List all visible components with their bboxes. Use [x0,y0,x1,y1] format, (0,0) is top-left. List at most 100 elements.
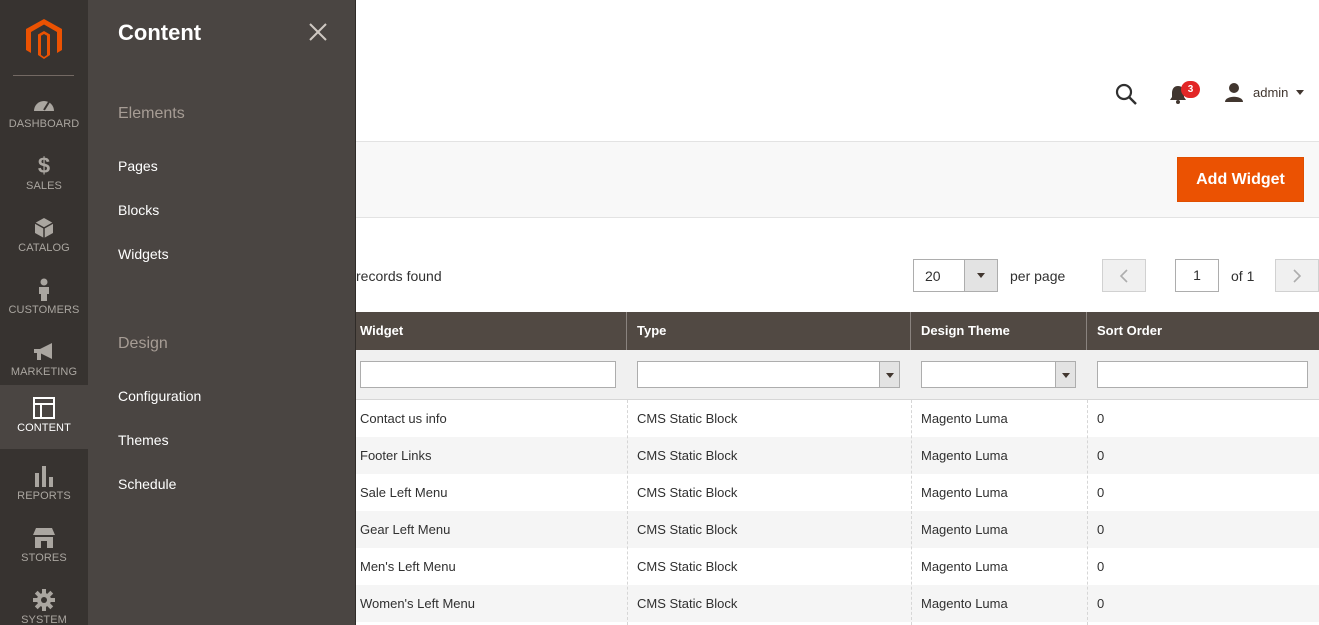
submenu-section-design: Design [118,335,168,352]
page-of-text: of 1 [1231,268,1255,284]
notification-badge[interactable]: 3 [1181,81,1200,98]
box-icon [0,215,88,241]
column-header-sort-order[interactable]: Sort Order [1087,312,1319,350]
nav-item-system[interactable]: SYSTEM [0,581,88,625]
sort-order-filter-input[interactable] [1097,361,1308,388]
cell-widget: Footer Links [360,448,432,463]
admin-sidebar: DASHBOARD $ SALES CATALOG CUSTOMERS MARK… [0,0,88,625]
store-icon [0,525,88,551]
submenu-link-widgets[interactable]: Widgets [118,246,169,262]
nav-item-stores[interactable]: STORES [0,519,88,581]
cell-type: CMS Static Block [637,596,738,611]
cell-type: CMS Static Block [637,522,738,537]
dollar-icon: $ [37,153,51,178]
chevron-left-icon [1119,268,1128,283]
dashboard-icon [0,91,88,117]
search-icon[interactable] [1114,82,1138,106]
table-row[interactable]: Men's Left Menu CMS Static Block Magento… [356,548,1319,585]
table-row[interactable]: Footer Links CMS Static Block Magento Lu… [356,437,1319,474]
cell-theme: Magento Luma [921,559,1008,574]
cell-sort-order: 0 [1097,522,1105,537]
submenu-link-schedule[interactable]: Schedule [118,476,176,492]
column-header-widget[interactable]: Widget [356,312,627,350]
cell-widget: Men's Left Menu [360,559,456,574]
grid-header: Widget Type Design Theme Sort Order [356,312,1319,350]
submenu-link-themes[interactable]: Themes [118,432,169,448]
type-filter-select[interactable] [637,361,900,388]
close-icon[interactable] [306,20,330,44]
layout-icon [0,395,88,421]
content-submenu: Content Elements Pages Blocks Widgets De… [88,0,356,625]
cell-sort-order: 0 [1097,596,1105,611]
nav-item-reports[interactable]: REPORTS [0,457,88,519]
nav-item-customers[interactable]: CUSTOMERS [0,271,88,333]
person-icon [0,277,88,303]
column-divider [911,400,912,625]
next-page-button[interactable] [1275,259,1319,292]
cell-sort-order: 0 [1097,485,1105,500]
table-row[interactable]: Sale Left Menu CMS Static Block Magento … [356,474,1319,511]
chevron-down-icon[interactable] [1296,90,1304,95]
logo-divider [13,75,74,76]
nav-label: CATALOG [18,242,70,254]
chevron-right-icon [1293,268,1302,283]
previous-page-button[interactable] [1102,259,1146,292]
cell-sort-order: 0 [1097,559,1105,574]
column-header-type[interactable]: Type [627,312,911,350]
column-divider [1087,400,1088,625]
cell-widget: Contact us info [360,411,447,426]
cell-theme: Magento Luma [921,522,1008,537]
column-header-design-theme[interactable]: Design Theme [911,312,1087,350]
cell-type: CMS Static Block [637,559,738,574]
submenu-title: Content [118,20,202,45]
cell-type: CMS Static Block [637,448,738,463]
submenu-section-elements: Elements [118,105,185,122]
widget-filter-input[interactable] [360,361,616,388]
page-actions-bar [356,141,1319,218]
theme-filter-select[interactable] [921,361,1076,388]
nav-item-sales[interactable]: $ SALES [0,147,88,209]
table-row[interactable]: Contact us info CMS Static Block Magento… [356,400,1319,437]
cell-type: CMS Static Block [637,485,738,500]
cell-type: CMS Static Block [637,411,738,426]
admin-user-name[interactable]: admin [1253,85,1288,100]
megaphone-icon [0,339,88,365]
cell-sort-order: 0 [1097,411,1105,426]
nav-label: REPORTS [17,490,71,502]
records-found-text: records found [356,268,442,284]
nav-item-catalog[interactable]: CATALOG [0,209,88,271]
chevron-down-icon[interactable] [879,362,899,387]
nav-item-content[interactable]: CONTENT [0,385,88,449]
nav-item-dashboard[interactable]: DASHBOARD [0,85,88,147]
submenu-link-pages[interactable]: Pages [118,158,158,174]
gear-icon [0,587,88,613]
nav-label: CUSTOMERS [8,304,80,316]
submenu-link-blocks[interactable]: Blocks [118,202,159,218]
per-page-select[interactable]: 20 [913,259,998,292]
nav-label: STORES [21,552,67,564]
user-icon[interactable] [1224,82,1244,102]
submenu-link-configuration[interactable]: Configuration [118,388,201,404]
nav-label: CONTENT [17,422,71,434]
bar-chart-icon [0,463,88,489]
cell-widget: Gear Left Menu [360,522,451,537]
add-widget-button[interactable]: Add Widget [1177,157,1304,202]
nav-label: MARKETING [10,366,78,378]
chevron-down-icon[interactable] [964,260,997,291]
cell-sort-order: 0 [1097,448,1105,463]
table-row[interactable]: Women's Left Menu CMS Static Block Magen… [356,585,1319,622]
per-page-value: 20 [925,268,941,284]
table-row[interactable]: Gear Left Menu CMS Static Block Magento … [356,511,1319,548]
cell-theme: Magento Luma [921,596,1008,611]
cell-widget: Sale Left Menu [360,485,448,500]
nav-label: SYSTEM [21,614,67,625]
column-divider [627,400,628,625]
cell-theme: Magento Luma [921,485,1008,500]
nav-label: SALES [26,180,62,192]
page-number-input[interactable]: 1 [1175,259,1219,292]
magento-logo[interactable] [24,18,64,60]
nav-label: DASHBOARD [8,118,80,130]
cell-theme: Magento Luma [921,411,1008,426]
chevron-down-icon[interactable] [1055,362,1075,387]
per-page-label: per page [1010,268,1066,284]
